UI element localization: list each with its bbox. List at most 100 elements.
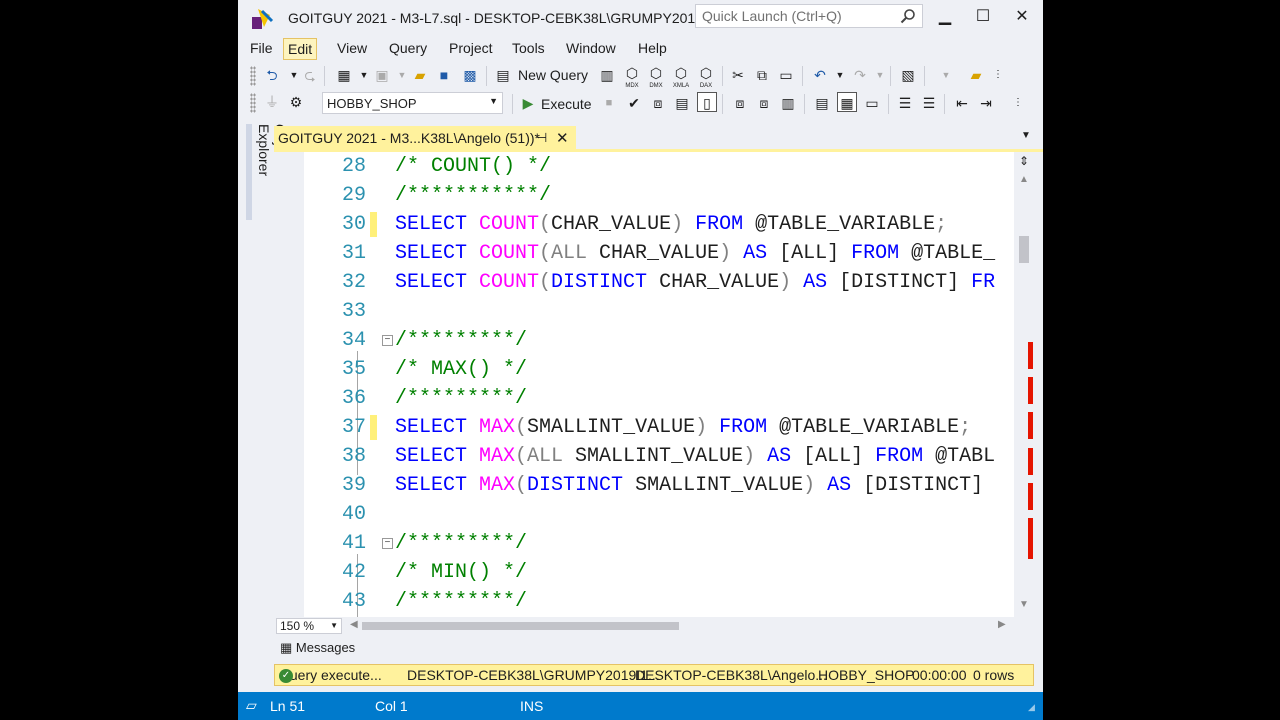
- toolbar-overflow-icon[interactable]: ⋮: [988, 65, 1008, 85]
- client-statistics-icon[interactable]: ▥: [778, 93, 798, 113]
- live-query-statistics-icon[interactable]: ⧈: [754, 93, 774, 113]
- display-estimated-plan-icon[interactable]: ⧈: [648, 93, 668, 113]
- include-actual-plan-icon[interactable]: ⧈: [730, 93, 750, 113]
- scroll-right-icon[interactable]: ▶: [998, 619, 1006, 630]
- undo-icon[interactable]: ↶: [810, 65, 830, 85]
- dmx-query-icon[interactable]: ⬡ DMX: [646, 63, 666, 89]
- results-to-file-icon[interactable]: ▭: [862, 93, 882, 113]
- code-line[interactable]: 31 SELECT COUNT(ALL CHAR_VALUE) AS [ALL] …: [304, 239, 1014, 268]
- mdx-query-icon[interactable]: ⬡ MDX: [622, 63, 642, 89]
- save-icon[interactable]: ■: [434, 65, 454, 85]
- code-line[interactable]: 32 SELECT COUNT(DISTINCT CHAR_VALUE) AS […: [304, 268, 1014, 297]
- toolbar-grip[interactable]: [250, 66, 256, 86]
- scroll-down-icon[interactable]: ▼: [1014, 599, 1034, 610]
- save-all-icon[interactable]: ▩: [460, 65, 480, 85]
- code-line[interactable]: 42 /* MIN() */: [304, 558, 1014, 587]
- collapse-region-icon[interactable]: −: [382, 538, 393, 549]
- error-marker[interactable]: [1028, 412, 1033, 439]
- error-marker[interactable]: [1028, 483, 1033, 510]
- code-line[interactable]: 35 /* MAX() */: [304, 355, 1014, 384]
- zoom-select[interactable]: 150 % ▼: [276, 618, 342, 634]
- new-query-icon[interactable]: ▤: [493, 65, 513, 85]
- properties-icon[interactable]: ▰: [966, 65, 986, 85]
- query-options-icon[interactable]: ▤: [672, 93, 692, 113]
- toolbar-grip[interactable]: [250, 93, 256, 113]
- error-marker[interactable]: [1028, 448, 1033, 475]
- undo-dropdown-icon[interactable]: ▼: [830, 65, 850, 85]
- connect-icon[interactable]: ⏚: [262, 92, 282, 112]
- parse-icon[interactable]: ✔: [624, 93, 644, 113]
- redo-dropdown-icon[interactable]: ▼: [870, 65, 890, 85]
- error-marker[interactable]: [1028, 342, 1033, 369]
- messages-tab[interactable]: ▦ Messages: [274, 637, 374, 659]
- toolbar-overflow-icon[interactable]: ⋮: [1008, 93, 1028, 113]
- results-to-text-icon[interactable]: ▤: [812, 93, 832, 113]
- cut-icon[interactable]: ✂: [728, 65, 748, 85]
- horizontal-scroll-thumb[interactable]: [362, 622, 679, 630]
- collapse-region-icon[interactable]: −: [382, 335, 393, 346]
- menu-view[interactable]: View: [337, 38, 367, 60]
- vertical-scrollbar[interactable]: ⇕ ▲ ▼: [1014, 152, 1034, 617]
- scroll-up-icon[interactable]: ▲: [1014, 174, 1034, 185]
- new-project-icon[interactable]: ▦: [334, 65, 354, 85]
- split-view-icon[interactable]: ⇕: [1014, 154, 1034, 168]
- menu-window[interactable]: Window: [566, 38, 616, 60]
- code-line[interactable]: 34 −/*********/: [304, 326, 1014, 355]
- add-item-icon[interactable]: ▣: [372, 65, 392, 85]
- code-line[interactable]: 30 SELECT COUNT(CHAR_VALUE) FROM @TABLE_V…: [304, 210, 1014, 239]
- cancel-query-icon[interactable]: ■: [599, 93, 619, 113]
- redo-icon[interactable]: ↷: [850, 65, 870, 85]
- find-dropdown-icon[interactable]: ▼: [936, 65, 956, 85]
- horizontal-scrollbar[interactable]: 150 % ▼ ◀ ▶: [274, 617, 1034, 635]
- xmla-query-icon[interactable]: ⬡ XMLA: [671, 63, 691, 89]
- menu-help[interactable]: Help: [638, 38, 667, 60]
- code-line[interactable]: 41 −/*********/: [304, 529, 1014, 558]
- output-window-icon[interactable]: ▱: [246, 697, 257, 714]
- dax-query-icon[interactable]: ⬡ DAX: [696, 63, 716, 89]
- close-window-button[interactable]: ✕: [1010, 6, 1034, 28]
- comment-out-icon[interactable]: ☰: [895, 93, 915, 113]
- maximize-button[interactable]: ☐: [971, 6, 995, 28]
- code-line[interactable]: 29 /***********/: [304, 181, 1014, 210]
- change-connection-icon[interactable]: ⚙: [286, 92, 306, 112]
- new-query-button[interactable]: New Query: [518, 67, 588, 83]
- intellisense-toggle-icon[interactable]: ▯: [697, 92, 717, 112]
- execute-button[interactable]: Execute: [541, 96, 592, 112]
- code-line[interactable]: 39 SELECT MAX(DISTINCT SMALLINT_VALUE) AS…: [304, 471, 1014, 500]
- code-line[interactable]: 36 /*********/: [304, 384, 1014, 413]
- menu-query[interactable]: Query: [389, 38, 427, 60]
- back-icon[interactable]: ⮌: [262, 65, 282, 85]
- document-tab[interactable]: GOITGUY 2021 - M3...K38L\Angelo (51))* ⊣…: [274, 126, 576, 150]
- resize-grip-icon[interactable]: ◢: [1028, 702, 1035, 713]
- close-tab-button[interactable]: ✕: [556, 129, 569, 147]
- execute-icon[interactable]: ▶: [518, 93, 538, 113]
- paste-icon[interactable]: ▭: [776, 65, 796, 85]
- code-editor[interactable]: 28 /* COUNT() */ 29 /***********/ 30 SELECT C…: [274, 152, 1034, 617]
- open-file-icon[interactable]: ▰: [410, 65, 430, 85]
- vertical-scroll-thumb[interactable]: [1019, 236, 1029, 263]
- uncomment-icon[interactable]: ☰: [919, 93, 939, 113]
- minimize-button[interactable]: ▁: [933, 6, 957, 28]
- add-item-dropdown-icon[interactable]: ▼: [392, 65, 412, 85]
- copy-icon[interactable]: ⧉: [752, 65, 772, 85]
- menu-file[interactable]: File: [250, 38, 273, 60]
- pin-icon[interactable]: ⊣: [536, 130, 547, 146]
- menu-tools[interactable]: Tools: [512, 38, 545, 60]
- menu-project[interactable]: Project: [449, 38, 493, 60]
- forward-icon[interactable]: ⮎: [300, 65, 320, 85]
- code-line[interactable]: 40: [304, 500, 1014, 529]
- results-to-grid-icon[interactable]: ▦: [837, 92, 857, 112]
- code-line[interactable]: 37 SELECT MAX(SMALLINT_VALUE) FROM @TABLE…: [304, 413, 1014, 442]
- quick-launch-input[interactable]: Quick Launch (Ctrl+Q): [695, 4, 923, 28]
- database-select[interactable]: HOBBY_SHOP ▼: [322, 92, 503, 114]
- error-marker[interactable]: [1028, 532, 1033, 559]
- increase-indent-icon[interactable]: ⇥: [976, 93, 996, 113]
- menu-edit[interactable]: Edit: [283, 38, 318, 60]
- code-line[interactable]: 43 /*********/: [304, 587, 1014, 616]
- scroll-left-icon[interactable]: ◀: [350, 619, 358, 630]
- activity-monitor-icon[interactable]: ▧: [898, 65, 918, 85]
- object-explorer-tab[interactable]: Object Explorer: [246, 124, 288, 220]
- decrease-indent-icon[interactable]: ⇤: [952, 93, 972, 113]
- code-line[interactable]: 38 SELECT MAX(ALL SMALLINT_VALUE) AS [ALL…: [304, 442, 1014, 471]
- tab-overflow-dropdown-icon[interactable]: ▼: [1021, 130, 1031, 141]
